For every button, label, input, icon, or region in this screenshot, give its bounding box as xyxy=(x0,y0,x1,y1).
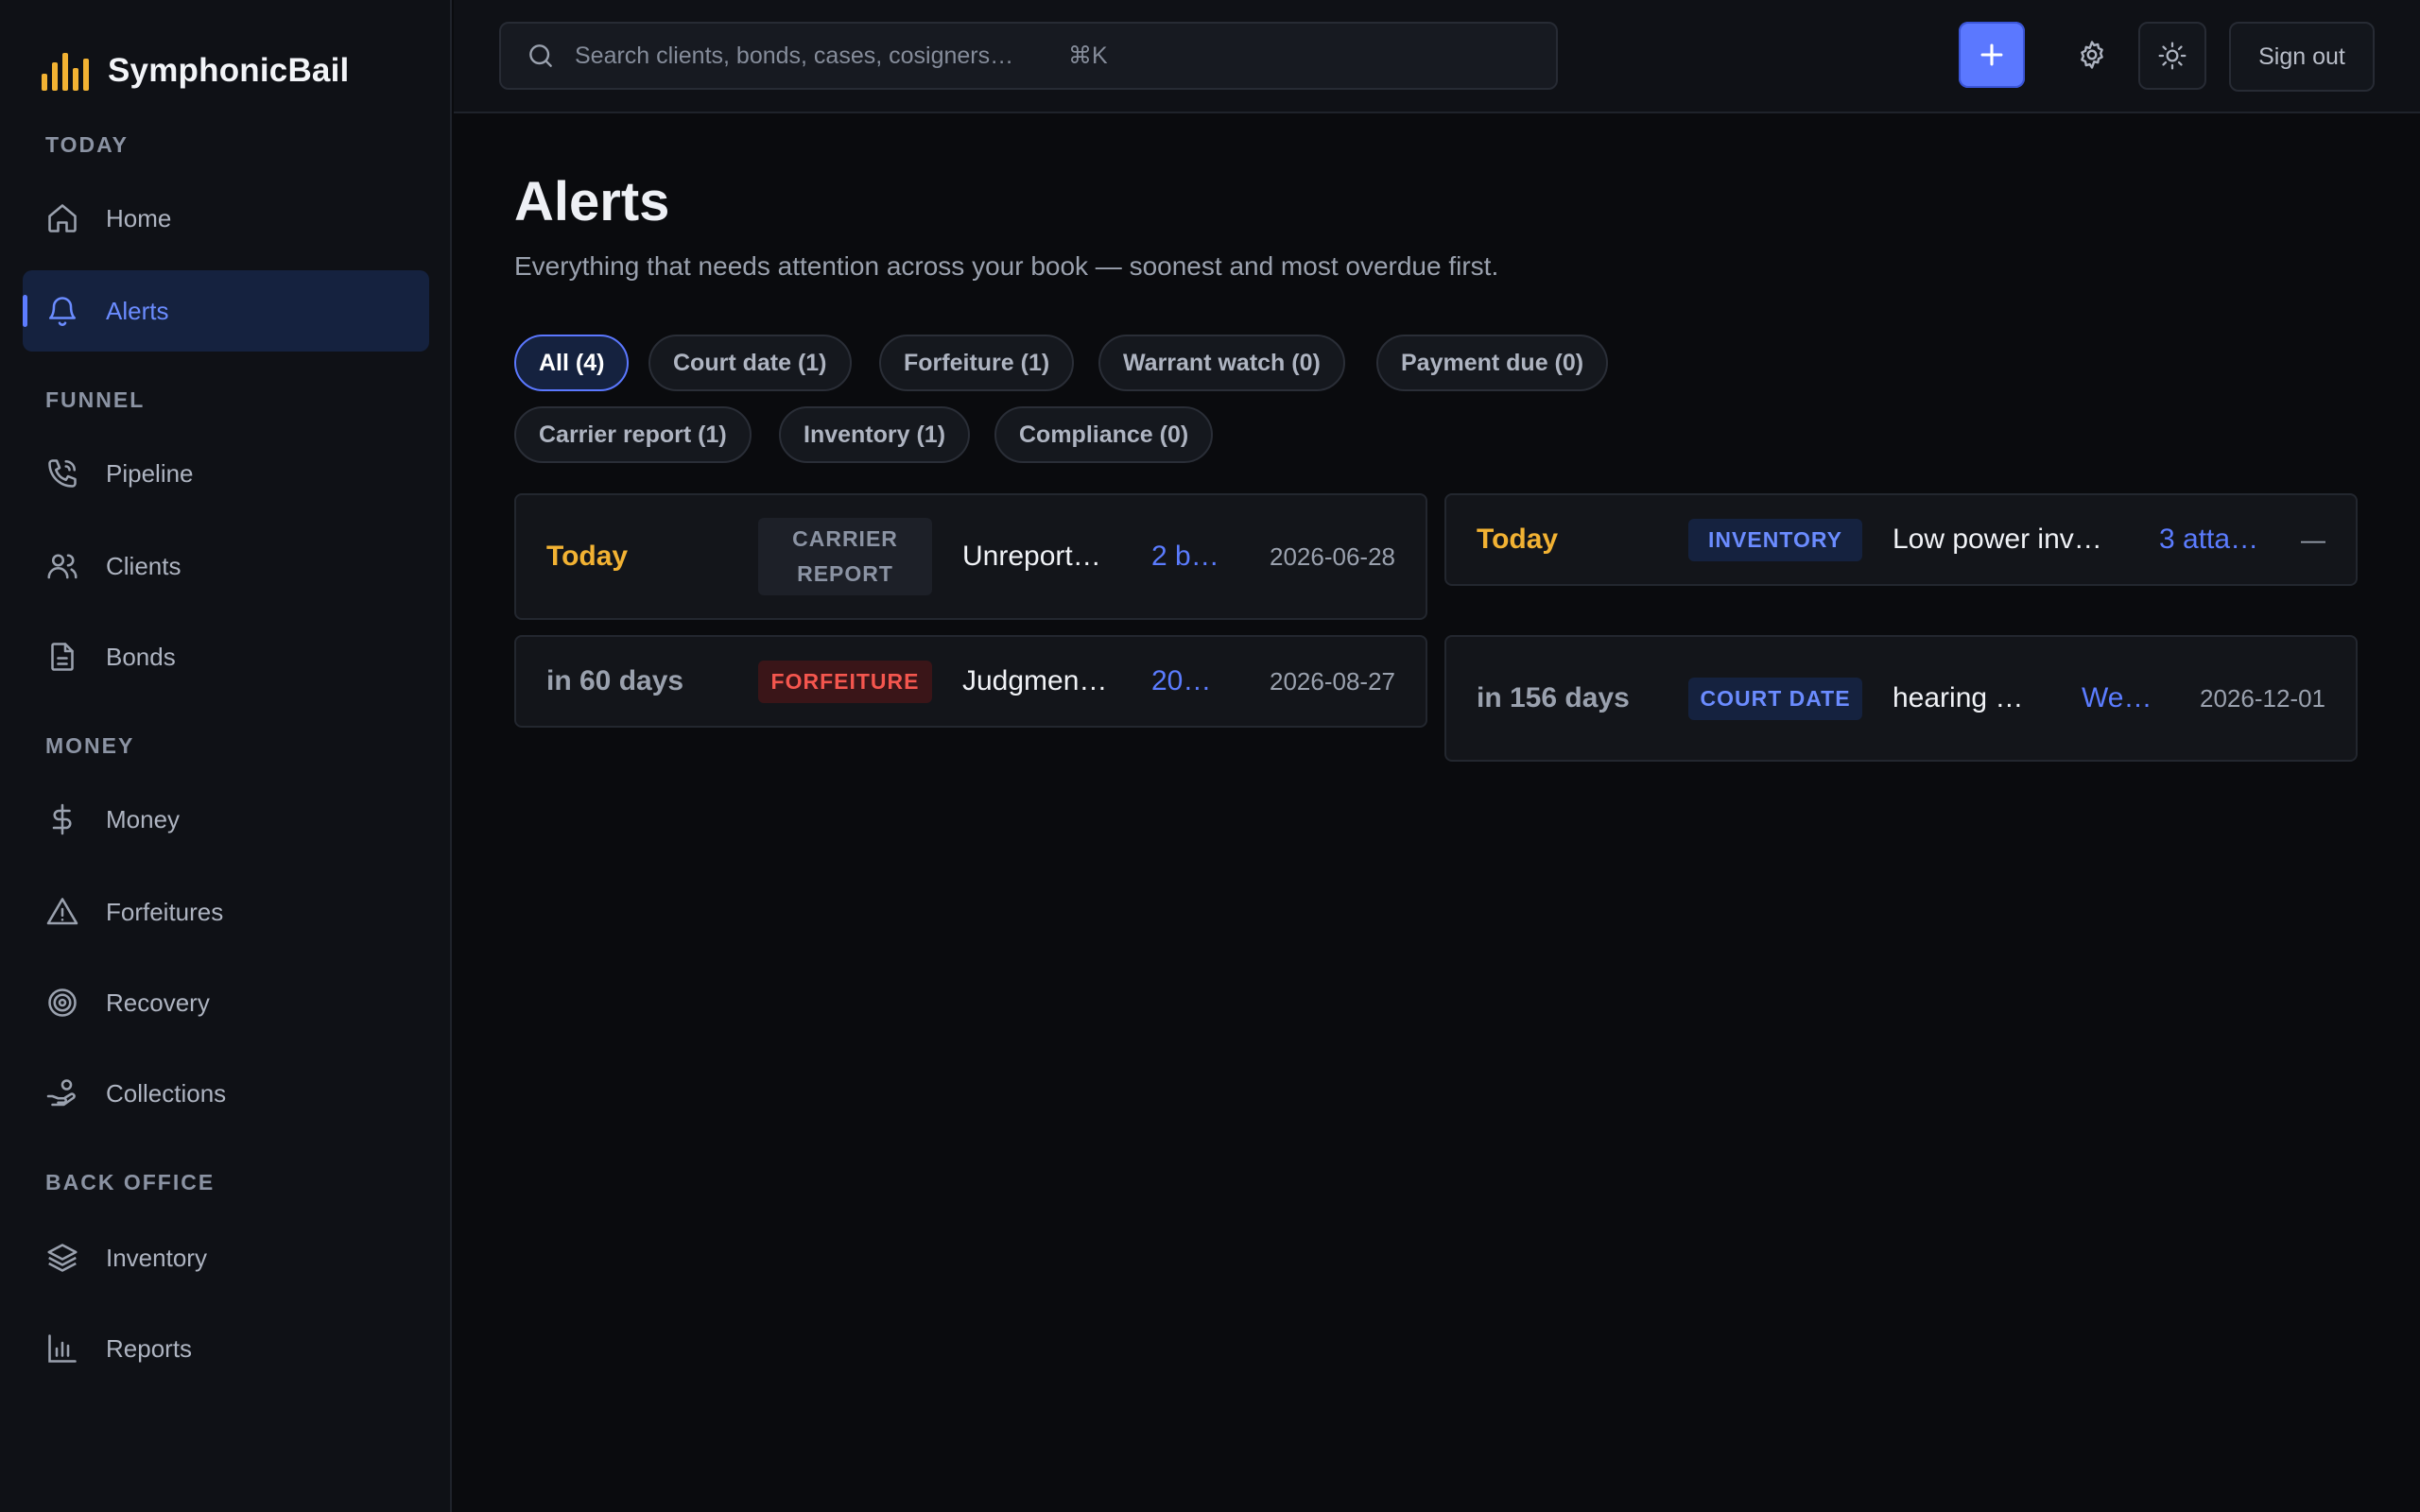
alert-link[interactable]: 2 bonds xyxy=(1151,541,1229,573)
search-bar[interactable]: ⌘K xyxy=(499,22,1558,90)
home-icon xyxy=(45,201,79,235)
sidebar: SymphonicBail TODAY Home Alerts FUNNEL P… xyxy=(0,0,452,1512)
alert-type-badge: COURT DATE xyxy=(1688,677,1862,720)
alert-link[interactable]: 3 attached xyxy=(2159,524,2269,556)
sidebar-item-label: Clients xyxy=(106,551,182,580)
settings-button[interactable] xyxy=(2059,22,2125,88)
bar-chart-icon xyxy=(45,1332,79,1366)
nav-section-back-office: BACK OFFICE xyxy=(45,1170,216,1194)
sidebar-item-pipeline[interactable]: Pipeline xyxy=(23,433,429,514)
alert-when: Today xyxy=(1477,524,1559,555)
alert-type-badge: CARRIER REPORT xyxy=(758,518,932,595)
sidebar-item-label: Money xyxy=(106,804,181,833)
gear-icon xyxy=(2081,41,2103,69)
target-icon xyxy=(45,986,79,1020)
alert-card[interactable]: in 156 days COURT DATE hearing — arraign… xyxy=(1444,635,2358,762)
users-icon xyxy=(45,549,79,583)
sidebar-item-forfeitures[interactable]: Forfeitures xyxy=(23,871,429,953)
alert-card[interactable]: Today INVENTORY Low power inventory 3 at… xyxy=(1444,493,2358,586)
sidebar-item-label: Inventory xyxy=(106,1243,207,1272)
alert-when: in 156 days xyxy=(1477,682,1630,713)
sidebar-item-recovery[interactable]: Recovery xyxy=(23,962,429,1043)
search-input[interactable] xyxy=(575,42,1047,70)
sidebar-item-money[interactable]: Money xyxy=(23,779,429,860)
sun-icon xyxy=(2158,42,2187,70)
search-shortcut: ⌘K xyxy=(1068,43,1108,69)
alert-date: 2026-06-28 xyxy=(1270,541,1395,571)
sidebar-item-label: Bonds xyxy=(106,642,176,671)
search-icon xyxy=(526,41,556,71)
sidebar-item-label: Home xyxy=(106,203,172,232)
filter-chip-court-date[interactable]: Court date (1) xyxy=(648,335,852,391)
dollar-icon xyxy=(45,802,79,836)
alert-when: Today xyxy=(546,541,629,572)
theme-toggle-button[interactable] xyxy=(2138,22,2206,90)
filter-chip-carrier-report[interactable]: Carrier report (1) xyxy=(514,406,752,463)
alert-description: Unreported bonds xyxy=(962,541,1114,572)
brand[interactable]: SymphonicBail xyxy=(42,51,349,91)
brand-name: SymphonicBail xyxy=(108,52,350,89)
alert-description: hearing — arraignment xyxy=(1893,682,2049,713)
alert-description: Low power inventory xyxy=(1893,524,2116,555)
sidebar-item-label: Recovery xyxy=(106,988,210,1017)
phone-icon xyxy=(45,456,79,490)
alert-link[interactable]: 2026-0412 xyxy=(1151,665,1223,697)
sidebar-item-label: Collections xyxy=(106,1078,227,1108)
sidebar-item-label: Forfeitures xyxy=(106,897,224,926)
filter-chip-forfeiture[interactable]: Forfeiture (1) xyxy=(879,335,1075,391)
alert-card[interactable]: in 60 days FORFEITURE Judgment entered 2… xyxy=(514,635,1427,728)
brand-logo-icon xyxy=(42,51,89,91)
topbar: ⌘K Sign out xyxy=(454,0,2420,113)
sign-out-button[interactable]: Sign out xyxy=(2229,22,2375,92)
layers-icon xyxy=(45,1241,79,1275)
nav-section-funnel: FUNNEL xyxy=(45,387,146,412)
filter-chip-all[interactable]: All (4) xyxy=(514,335,630,391)
sidebar-item-inventory[interactable]: Inventory xyxy=(23,1217,429,1298)
sidebar-item-label: Alerts xyxy=(106,296,169,325)
alert-when: in 60 days xyxy=(546,665,684,696)
plus-icon xyxy=(1980,43,2003,66)
alert-date: 2026-12-01 xyxy=(2200,683,2325,713)
warning-icon xyxy=(45,895,79,929)
alert-date: 2026-08-27 xyxy=(1270,666,1395,696)
nav-section-today: TODAY xyxy=(45,132,129,157)
alert-type-badge: INVENTORY xyxy=(1688,518,1862,561)
add-button[interactable] xyxy=(1959,22,2025,88)
filter-chip-warrant-watch[interactable]: Warrant watch (0) xyxy=(1098,335,1345,391)
sidebar-item-label: Reports xyxy=(106,1333,193,1363)
page-subtitle: Everything that needs attention across y… xyxy=(514,251,1499,281)
alert-description: Judgment entered xyxy=(962,665,1114,696)
page-title: Alerts xyxy=(514,171,670,232)
sidebar-item-home[interactable]: Home xyxy=(23,178,429,259)
file-icon xyxy=(45,640,79,674)
sidebar-item-bonds[interactable]: Bonds xyxy=(23,616,429,697)
bell-icon xyxy=(45,294,79,328)
nav-section-money: MONEY xyxy=(45,733,135,758)
hand-coins-icon xyxy=(45,1076,79,1110)
sidebar-item-reports[interactable]: Reports xyxy=(23,1308,429,1389)
alert-link[interactable]: Webster xyxy=(2082,682,2157,714)
sidebar-item-alerts[interactable]: Alerts xyxy=(23,270,429,352)
filter-chip-payment-due[interactable]: Payment due (0) xyxy=(1376,335,1609,391)
alert-card[interactable]: Today CARRIER REPORT Unreported bonds 2 … xyxy=(514,493,1427,620)
alert-type-badge: FORFEITURE xyxy=(758,660,932,703)
sidebar-item-collections[interactable]: Collections xyxy=(23,1053,429,1134)
sidebar-item-clients[interactable]: Clients xyxy=(23,525,429,607)
filter-chip-compliance[interactable]: Compliance (0) xyxy=(994,406,1214,463)
alert-date: — xyxy=(2301,524,2325,554)
sidebar-item-label: Pipeline xyxy=(106,458,194,488)
filter-chip-inventory[interactable]: Inventory (1) xyxy=(779,406,971,463)
